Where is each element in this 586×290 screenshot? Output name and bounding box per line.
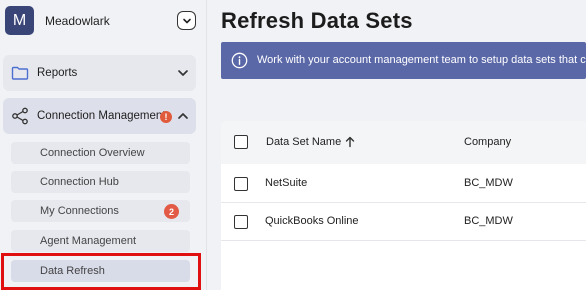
sidebar-subitem-connection-overview[interactable]: Connection Overview [11,142,190,164]
page-title: Refresh Data Sets [221,8,413,33]
column-header-company[interactable]: Company [464,136,511,148]
table-row[interactable]: QuickBooks Online BC_MDW [221,203,586,241]
company-name: BC_MDW [464,215,513,227]
chevron-down-icon[interactable] [177,67,189,79]
chevron-up-icon[interactable] [177,110,189,122]
org-avatar[interactable]: M [5,6,34,35]
sidebar-subitem-data-refresh[interactable]: Data Refresh [11,260,190,282]
info-icon [231,52,248,69]
alert-badge: ! [160,111,172,123]
data-set-name: QuickBooks Online [265,215,359,227]
sidebar: M Meadowlark Reports Connection Manageme… [0,0,207,290]
row-checkbox[interactable] [234,215,248,229]
org-switcher: M Meadowlark [0,0,207,46]
sidebar-subitem-label: My Connections [40,205,119,217]
info-banner: Work with your account management team t… [221,42,586,79]
sidebar-subitem-label: Connection Hub [40,176,119,188]
sidebar-subitem-connection-hub[interactable]: Connection Hub [11,171,190,193]
org-name: Meadowlark [45,14,110,28]
data-sets-table: Data Set Name Company NetSuite BC_MDW Qu… [221,121,586,290]
data-set-name: NetSuite [265,177,308,189]
sort-ascending-icon[interactable] [344,136,356,148]
main-content: Refresh Data Sets Work with your account… [208,0,586,290]
chevron-down-icon [182,18,191,23]
info-banner-text: Work with your account management team t… [257,54,586,66]
sidebar-subitem-label: Agent Management [40,235,137,247]
count-badge: 2 [164,204,179,219]
folder-icon [11,66,29,80]
sidebar-item-label: Reports [37,67,78,79]
share-icon [12,107,28,125]
sidebar-item-reports[interactable]: Reports [3,55,196,91]
column-header-data-set-name[interactable]: Data Set Name [266,136,341,148]
select-all-checkbox[interactable] [234,135,248,149]
sidebar-subitem-agent-management[interactable]: Agent Management [11,230,190,252]
row-checkbox[interactable] [234,177,248,191]
table-row[interactable]: NetSuite BC_MDW [221,165,586,203]
sidebar-subitem-label: Data Refresh [40,265,105,277]
sidebar-item-label: Connection Management [37,110,166,122]
sidebar-subitem-label: Connection Overview [40,147,145,159]
table-header: Data Set Name Company [221,121,586,164]
company-name: BC_MDW [464,177,513,189]
org-dropdown-button[interactable] [177,11,196,30]
